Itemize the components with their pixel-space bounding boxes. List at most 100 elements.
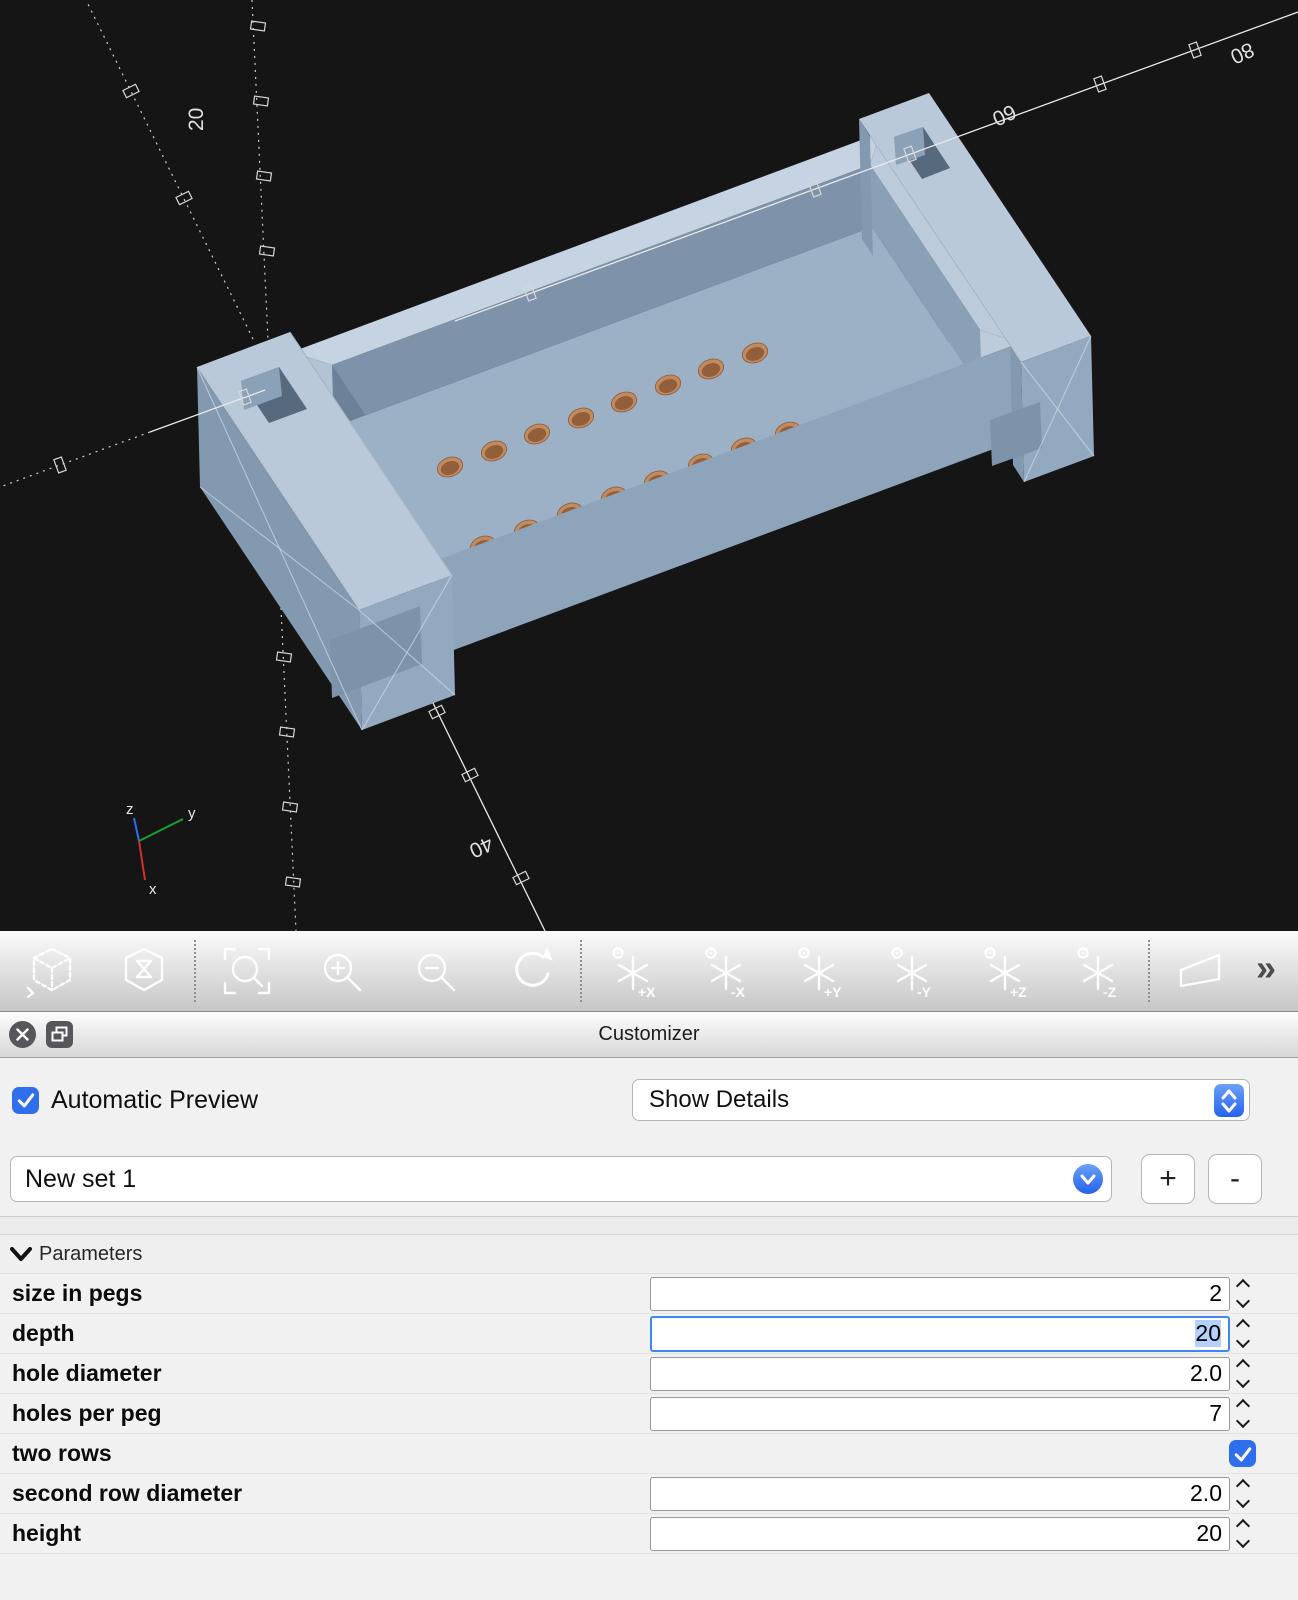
view-back-button[interactable]: +Y — [772, 935, 865, 1007]
view-top-button[interactable]: +Z — [958, 935, 1051, 1007]
reset-view-icon — [502, 944, 556, 998]
svg-text:+Z: +Z — [1010, 984, 1027, 998]
details-dropdown-value: Show Details — [649, 1086, 789, 1114]
param-input-focused[interactable]: 20 — [650, 1316, 1230, 1352]
toolbar-separator — [580, 940, 582, 1002]
param-stepper[interactable] — [1230, 1481, 1256, 1506]
param-label: height — [12, 1520, 650, 1547]
float-window-icon — [50, 1025, 69, 1044]
view-plus-y-icon: +Y — [792, 944, 846, 998]
param-input[interactable]: 2.0 — [650, 1357, 1230, 1391]
param-stepper[interactable] — [1230, 1361, 1256, 1386]
axis-x-label: x — [149, 881, 157, 898]
toolbar-overflow-button[interactable]: » — [1256, 950, 1292, 992]
param-stepper[interactable] — [1230, 1521, 1256, 1546]
param-stepper[interactable] — [1230, 1401, 1256, 1426]
view-right-button[interactable]: +X — [586, 935, 679, 1007]
stepper-up-icon[interactable] — [1236, 1479, 1250, 1493]
stepper-down-icon[interactable] — [1236, 1334, 1250, 1348]
preset-dropdown[interactable]: New set 1 — [10, 1156, 1112, 1202]
reset-view-button[interactable] — [482, 935, 576, 1007]
param-row: second row diameter 2.0 — [0, 1474, 1298, 1514]
zoom-in-icon — [314, 944, 368, 998]
param-label: hole diameter — [12, 1360, 650, 1387]
view-bottom-button[interactable]: -Z — [1051, 935, 1144, 1007]
param-input[interactable]: 2.0 — [650, 1477, 1230, 1511]
svg-text:-X: -X — [731, 984, 746, 998]
zoom-all-button[interactable] — [200, 935, 294, 1007]
zoom-out-button[interactable] — [388, 935, 482, 1007]
param-label: second row diameter — [12, 1480, 650, 1507]
section-divider — [0, 1216, 1298, 1234]
param-row: depth 20 — [0, 1314, 1298, 1354]
customizer-panel: Automatic Preview Show Details New set 1… — [0, 1058, 1298, 1600]
param-row: two rows — [0, 1434, 1298, 1474]
param-label: two rows — [12, 1440, 1229, 1467]
perspective-icon — [1173, 944, 1227, 998]
stepper-down-icon[interactable] — [1236, 1414, 1250, 1428]
param-checkbox[interactable] — [1229, 1440, 1256, 1467]
axis-z-label: z — [126, 801, 134, 818]
stepper-up-icon[interactable] — [1236, 1279, 1250, 1293]
details-dropdown[interactable]: Show Details — [632, 1079, 1250, 1121]
remove-preset-button[interactable]: - — [1208, 1154, 1262, 1204]
stepper-down-icon[interactable] — [1236, 1294, 1250, 1308]
stepper-down-icon[interactable] — [1236, 1494, 1250, 1508]
param-label: size in pegs — [12, 1280, 650, 1307]
zoom-in-button[interactable] — [294, 935, 388, 1007]
param-row: height 20 — [0, 1514, 1298, 1554]
undock-customizer-button[interactable] — [46, 1021, 73, 1048]
stepper-up-icon[interactable] — [1236, 1519, 1250, 1533]
view-plus-x-icon: +X — [606, 944, 660, 998]
add-preset-button[interactable]: + — [1141, 1154, 1195, 1204]
parameters-section-header[interactable]: Parameters — [0, 1234, 1298, 1274]
view-left-button[interactable]: -X — [679, 935, 772, 1007]
perspective-button[interactable] — [1154, 935, 1246, 1007]
param-stepper[interactable] — [1230, 1281, 1256, 1306]
axis-y-label: y — [188, 805, 196, 822]
stepper-up-icon[interactable] — [1236, 1359, 1250, 1373]
param-input[interactable]: 20 — [650, 1517, 1230, 1551]
automatic-preview-label: Automatic Preview — [51, 1086, 632, 1115]
zoom-all-icon — [220, 944, 274, 998]
view-front-button[interactable]: -Y — [865, 935, 958, 1007]
overflow-chevrons-icon: » — [1256, 947, 1276, 988]
view-all-button[interactable] — [6, 935, 98, 1007]
view-all-icon — [25, 944, 79, 998]
svg-text:-Z: -Z — [1103, 984, 1117, 998]
check-icon — [15, 1089, 37, 1111]
preset-row: New set 1 + - — [0, 1142, 1298, 1216]
param-input[interactable]: 2 — [650, 1277, 1230, 1311]
view-minus-x-icon: -X — [699, 944, 753, 998]
param-stepper[interactable] — [1230, 1321, 1256, 1346]
param-input[interactable]: 7 — [650, 1397, 1230, 1431]
view-center-button[interactable] — [98, 935, 190, 1007]
3d-viewport[interactable]: 20 — [0, 0, 1298, 931]
close-icon — [16, 1028, 29, 1041]
stepper-up-icon[interactable] — [1236, 1319, 1250, 1333]
svg-text:+X: +X — [638, 984, 656, 998]
stepper-down-icon[interactable] — [1236, 1534, 1250, 1548]
param-label: depth — [12, 1320, 650, 1347]
param-row: hole diameter 2.0 — [0, 1354, 1298, 1394]
svg-text:+Y: +Y — [824, 984, 842, 998]
stepper-down-icon[interactable] — [1236, 1374, 1250, 1388]
close-customizer-button[interactable] — [9, 1021, 36, 1048]
customizer-title: Customizer — [0, 1023, 1298, 1046]
stepper-up-icon[interactable] — [1236, 1399, 1250, 1413]
axis-tick-label: 20 — [185, 108, 208, 131]
chevron-down-icon — [1073, 1164, 1103, 1194]
dropdown-stepper-icon — [1214, 1084, 1244, 1117]
customizer-options-row: Automatic Preview Show Details — [0, 1058, 1298, 1142]
customizer-titlebar: Customizer — [0, 1012, 1298, 1058]
param-label: holes per peg — [12, 1400, 650, 1427]
automatic-preview-checkbox[interactable] — [12, 1087, 39, 1114]
zoom-out-icon — [408, 944, 462, 998]
svg-text:-Y: -Y — [917, 984, 932, 998]
toolbar-separator — [1148, 940, 1150, 1002]
preset-dropdown-value: New set 1 — [25, 1165, 136, 1194]
toolbar-separator — [194, 940, 196, 1002]
check-icon — [1232, 1443, 1254, 1465]
view-plus-z-icon: +Z — [978, 944, 1032, 998]
parameters-section-title: Parameters — [39, 1243, 142, 1266]
